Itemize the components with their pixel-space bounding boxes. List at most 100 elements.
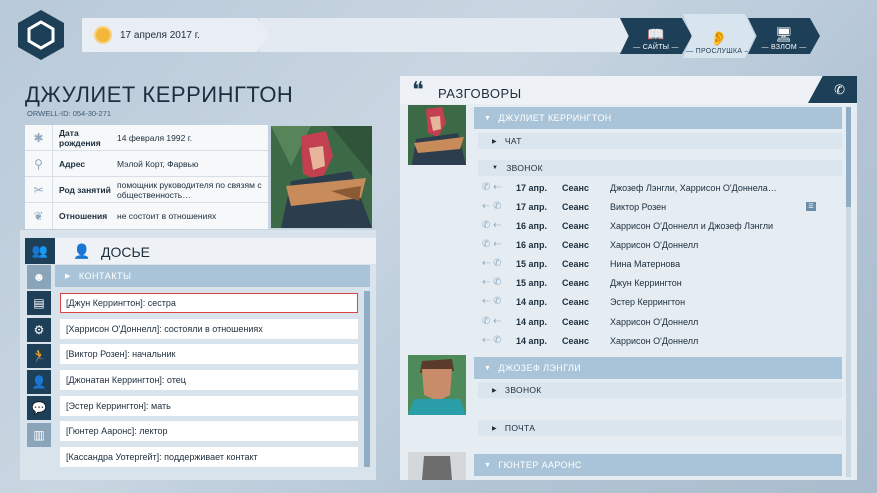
tab-sites[interactable]: 📖 — САЙТЫ — — [620, 18, 692, 54]
contact-item[interactable]: [Джун Керрингтон]: сестра — [60, 293, 358, 313]
contact-item[interactable]: [Кассандра Уотергейт]: поддерживает конт… — [60, 447, 358, 468]
call-participants: Джун Керрингтон — [610, 277, 682, 288]
person-icon: 👤 — [73, 243, 91, 259]
section-chat[interactable]: ▶ ЧАТ — [478, 133, 842, 149]
info-row-occupation: ✂ Род занятий помощник руководителя по с… — [25, 176, 268, 203]
call-row[interactable]: ⇠ ✆ 15 апр. Сеанс Джун Керрингтон — [478, 273, 824, 292]
section-mail[interactable]: ▶ ПОЧТА — [478, 420, 842, 436]
call-type: Сеанс — [562, 258, 589, 269]
section-label: ПОЧТА — [504, 423, 536, 433]
app-logo-icon[interactable] — [14, 8, 68, 62]
tab-hack[interactable]: 🖥 — ВЗЛОМ — — [748, 18, 820, 54]
section-label: ЗВОНОК — [504, 385, 542, 395]
phone-icon: ✆ — [834, 81, 845, 97]
call-date: 17 апр. — [516, 201, 547, 212]
runner-icon[interactable]: 🏃 — [27, 343, 51, 368]
section-calls[interactable]: ▼ ЗВОНОК — [478, 160, 842, 176]
chevron-down-icon: ▼ — [484, 461, 492, 469]
person-avatar — [408, 105, 466, 165]
call-participants: Харрисон О'Доннелл — [610, 239, 699, 250]
call-row[interactable]: ⇠ ✆ 14 апр. Сеанс Харрисон О'Доннелл — [478, 331, 824, 350]
contact-item[interactable]: [Гюнтер Ааронс]: лектор — [60, 421, 358, 442]
current-date: 17 апреля 2017 г. — [120, 29, 200, 41]
scrollbar-thumb[interactable] — [364, 291, 370, 467]
call-date: 15 апр. — [516, 258, 547, 269]
tab-wiretap[interactable]: 👂 — ПРОСЛУШКА — — [683, 14, 755, 58]
call-row[interactable]: ⇠ ✆ 17 апр. Сеанс Виктор Розен ☰ — [478, 197, 824, 216]
person-avatar — [408, 355, 466, 415]
call-direction-icon: ⇠ ✆ — [482, 201, 502, 212]
section-label: ЗВОНОК — [506, 163, 543, 173]
users-tab[interactable]: 👥 — [25, 238, 55, 264]
hearts-icon: ❦ — [25, 203, 53, 229]
conversations-scrollbar[interactable] — [846, 107, 851, 477]
tab-sites-label: — САЙТЫ — — [633, 44, 679, 51]
info-value: 14 февраля 1992 г. — [117, 132, 193, 143]
call-type: Сеанс — [562, 296, 589, 307]
call-direction-icon: ⇠ ✆ — [482, 335, 502, 346]
person-bar-juliet[interactable]: ▼ ДЖУЛИЕТ КЕРРИНГТОН — [474, 107, 842, 129]
snowflake-icon: ✱ — [25, 124, 53, 151]
contacts-section-header[interactable]: ▶ КОНТАКТЫ — [55, 265, 370, 287]
info-row-birthdate: ✱ Дата рождения 14 февраля 1992 г. — [25, 124, 268, 151]
contacts-scrollbar[interactable] — [364, 291, 370, 467]
call-participants: Харрисон О'Доннелл и Джозеф Лэнгли — [610, 220, 774, 231]
call-direction-icon: ✆ ⇠ — [482, 182, 502, 193]
call-participants: Джозеф Лэнгли, Харрисон О'Доннела… — [610, 182, 777, 193]
dossier-side-nav: ☻ ▤ ⚙ 🏃 👤 💬 ▥ — [27, 265, 51, 449]
call-row[interactable]: ⇠ ✆ 14 апр. Сеанс Эстер Керрингтон — [478, 292, 824, 311]
call-date: 14 апр. — [516, 316, 547, 327]
chevron-right-icon: ▶ — [492, 387, 497, 394]
gears-icon[interactable]: ⚙ — [27, 317, 51, 342]
info-label: Адрес — [59, 158, 86, 169]
transcript-icon[interactable]: ☰ — [806, 202, 816, 211]
call-participants: Нина Матернова — [610, 258, 681, 269]
profile-avatar — [271, 126, 372, 228]
dossier-title: ДОСЬЕ — [101, 244, 151, 260]
call-type: Сеанс — [562, 220, 589, 231]
info-label: Отношения — [59, 211, 108, 221]
book-icon[interactable]: ▤ — [27, 291, 51, 316]
book-icon: 📖 — [647, 26, 665, 42]
conversations-title: РАЗГОВОРЫ — [438, 86, 522, 101]
info-value: Мэлой Корт, Фарвью — [117, 158, 199, 169]
section-calls[interactable]: ▶ ЗВОНОК — [478, 382, 842, 398]
call-direction-icon: ✆ ⇠ — [482, 239, 502, 250]
contact-item[interactable]: [Эстер Керрингтон]: мать — [60, 395, 358, 416]
info-value: помощник руководителя по связям с общест… — [117, 179, 262, 200]
call-participants: Харрисон О'Доннелл — [610, 335, 699, 346]
scrollbar-thumb[interactable] — [846, 107, 851, 207]
call-date: 14 апр. — [516, 335, 547, 346]
mask-icon[interactable]: ☻ — [27, 265, 51, 289]
monitor-icon: 🖥 — [774, 26, 794, 42]
profile-id: ORWELL-ID: 054-30-271 — [27, 109, 112, 118]
person-bar-gunter[interactable]: ▼ ГЮНТЕР ААРОНС — [474, 454, 842, 476]
call-direction-icon: ⇠ ✆ — [482, 296, 502, 307]
contact-item[interactable]: [Джонатан Керрингтон]: отец — [60, 370, 358, 391]
chevron-down-icon: ▼ — [492, 165, 499, 171]
call-row[interactable]: ✆ ⇠ 14 апр. Сеанс Харрисон О'Доннелл — [478, 312, 824, 331]
contact-item[interactable]: [Виктор Розен]: начальник — [60, 344, 358, 365]
person-avatar — [408, 452, 466, 480]
call-row[interactable]: ⇠ ✆ 15 апр. Сеанс Нина Матернова — [478, 254, 824, 273]
contact-item[interactable]: [Харрисон О'Доннелл]: состояли в отношен… — [60, 318, 358, 339]
person-icon[interactable]: 👤 — [27, 370, 51, 395]
call-row[interactable]: ✆ ⇠ 17 апр. Сеанс Джозеф Лэнгли, Харрисо… — [478, 178, 824, 197]
call-row[interactable]: ✆ ⇠ 16 апр. Сеанс Харрисон О'Доннелл — [478, 235, 824, 254]
person-bar-joseph[interactable]: ▼ ДЖОЗЕФ ЛЭНГЛИ — [474, 357, 842, 379]
sun-icon — [96, 28, 110, 42]
info-row-relationship: ❦ Отношения не состоит в отношениях — [25, 203, 268, 229]
tools-icon: ✂ — [25, 176, 53, 203]
contacts-section-label: КОНТАКТЫ — [78, 271, 132, 281]
info-row-address: ⚲ Адрес Мэлой Корт, Фарвью — [25, 150, 268, 177]
phone-book-icon[interactable]: ▥ — [27, 422, 51, 447]
call-type: Сеанс — [562, 182, 589, 193]
call-row[interactable]: ✆ ⇠ 16 апр. Сеанс Харрисон О'Доннелл и Д… — [478, 216, 824, 235]
chevron-right-icon: ▶ — [65, 273, 71, 280]
call-type: Сеанс — [562, 277, 589, 288]
profile-name: ДЖУЛИЕТ КЕРРИНГТОН — [25, 82, 294, 107]
call-type: Сеанс — [562, 335, 589, 346]
call-direction-icon: ✆ ⇠ — [482, 220, 502, 231]
quote-icon: ❝ — [412, 78, 424, 103]
chat-icon[interactable]: 💬 — [27, 396, 51, 421]
